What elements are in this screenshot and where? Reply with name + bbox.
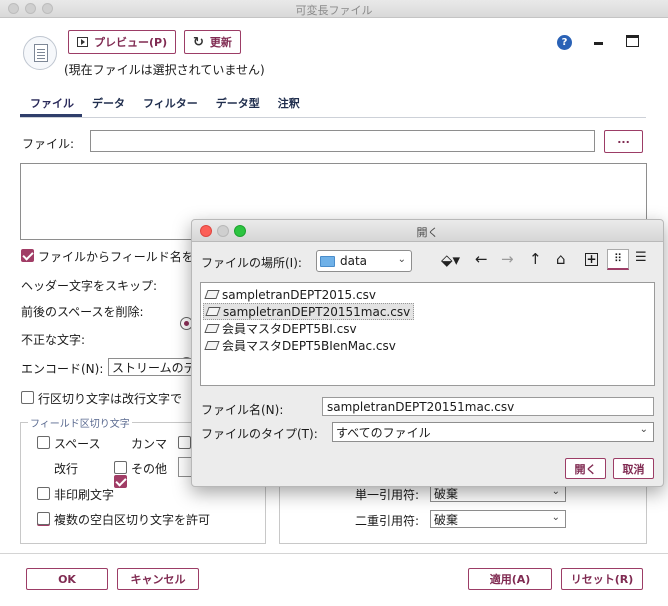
back-icon[interactable]: ← (475, 250, 488, 268)
chevron-down-icon: ⌄ (551, 486, 560, 497)
trim-spaces-label: 前後のスペースを削除: (21, 305, 144, 319)
line-delimiter-checkbox[interactable] (21, 391, 34, 404)
file-item-selected[interactable]: sampletranDEPT20151mac.csv (203, 303, 415, 320)
dialog-cancel-button[interactable]: 取消 (613, 458, 654, 479)
open-file-dialog: 開く ファイルの場所(I): data ⌄ ⬙▾ ← → ↑ ⌂ + ⠿ ☰ s… (191, 219, 664, 487)
file-icon (204, 290, 220, 299)
new-folder-icon[interactable]: + (585, 253, 598, 266)
filetype-select[interactable]: すべてのファイル ⌄ (332, 422, 654, 442)
multi-blank-label: 複数の空白区切り文字を許可 (54, 513, 211, 527)
tab-divider (20, 117, 646, 118)
dialog-titlebar: 開く (192, 220, 663, 242)
tab-filter[interactable]: フィルター (143, 95, 198, 111)
file-list[interactable]: sampletranDEPT2015.csv sampletranDEPT201… (200, 282, 655, 386)
file-icon (205, 307, 221, 316)
nonprinting-label: 非印刷文字 (54, 488, 115, 502)
reset-button[interactable]: リセット(R) (561, 568, 643, 590)
file-icon (204, 324, 220, 333)
tab-delimiter-checkbox[interactable] (178, 436, 191, 449)
comma-checkbox[interactable] (114, 475, 127, 488)
file-name: 会員マスタDEPT5BIenMac.csv (222, 339, 396, 353)
window-title: 可変長ファイル (295, 4, 373, 17)
tab-bar: ファイル データ フィルター データ型 注釈 (30, 95, 318, 111)
details-view-icon[interactable]: ☰ (635, 250, 647, 265)
folder-icon (320, 255, 335, 267)
file-name: 会員マスタDEPT5BI.csv (222, 322, 357, 336)
maximize-icon[interactable] (626, 35, 639, 47)
refresh-icon: ↻ (193, 34, 204, 50)
file-label: ファイル: (22, 137, 75, 151)
browse-button[interactable]: ... (604, 130, 643, 153)
encoding-value: ストリームのデ (112, 360, 196, 375)
tab-data[interactable]: データ (92, 95, 125, 111)
tab-file[interactable]: ファイル (30, 95, 74, 111)
double-quote-value: 破棄 (434, 512, 459, 527)
encoding-select[interactable]: ストリームのデ (108, 358, 198, 376)
file-path-input[interactable] (90, 130, 595, 152)
space-checkbox[interactable] (37, 436, 50, 449)
other-checkbox[interactable] (114, 461, 127, 474)
read-field-names-checkbox[interactable] (21, 249, 34, 262)
read-field-names-label: ファイルからフィールド名を (38, 250, 194, 264)
line-delimiter-label: 行区切り文字は改行文字で (38, 392, 183, 406)
ok-button[interactable]: OK (26, 568, 108, 590)
single-quote-value: 破棄 (434, 486, 459, 501)
location-select[interactable]: data ⌄ (316, 250, 412, 272)
minimize-icon[interactable] (594, 42, 603, 45)
location-label: ファイルの場所(I): (201, 256, 302, 270)
dialog-title: 開く (416, 226, 439, 239)
tab-types[interactable]: データ型 (216, 95, 260, 111)
field-delimiters-title: フィールド区切り文字 (28, 415, 132, 430)
file-icon (204, 341, 220, 350)
refresh-button-label: 更新 (209, 36, 232, 49)
filetype-label: ファイルのタイプ(T): (201, 427, 318, 441)
header-skip-label: ヘッダー文字をスキップ: (21, 279, 158, 293)
comma-label: カンマ (131, 437, 168, 451)
invalid-chars-label: 不正な文字: (21, 333, 86, 347)
newline-label: 改行 (54, 462, 79, 476)
multi-blank-checkbox[interactable] (37, 512, 50, 525)
preview-button[interactable]: プレビュー(P) (68, 30, 177, 54)
footer-divider (0, 553, 668, 554)
filename-label: ファイル名(N): (201, 403, 284, 417)
var-file-node-icon (23, 36, 57, 70)
other-delimiter-input[interactable] (178, 457, 192, 477)
window-titlebar: 可変長ファイル (0, 0, 668, 18)
filetype-value: すべてのファイル (336, 425, 431, 440)
encoding-label: エンコード(N): (21, 362, 104, 376)
list-view-icon[interactable]: ⠿ (607, 249, 629, 270)
chevron-down-icon: ⌄ (639, 424, 648, 435)
file-item[interactable]: 会員マスタDEPT5BIenMac.csv (203, 337, 399, 354)
chevron-down-icon: ⌄ (397, 254, 406, 265)
double-quote-label: 二重引用符: (355, 514, 420, 528)
other-label: その他 (131, 462, 168, 476)
apply-button[interactable]: 適用(A) (468, 568, 552, 590)
chevron-down-icon: ⌄ (551, 512, 560, 523)
file-item[interactable]: sampletranDEPT2015.csv (203, 286, 379, 303)
nonprinting-checkbox[interactable] (37, 487, 50, 500)
space-label: スペース (54, 437, 101, 451)
single-quote-label: 単一引用符: (355, 488, 420, 502)
open-button[interactable]: 開く (565, 458, 606, 479)
filename-input[interactable]: sampletranDEPT20151mac.csv (322, 397, 654, 416)
help-icon[interactable]: ? (557, 35, 572, 50)
file-name: sampletranDEPT2015.csv (222, 287, 376, 302)
preview-icon (77, 37, 88, 47)
favorites-icon[interactable]: ⬙▾ (441, 251, 460, 269)
tab-annotations[interactable]: 注釈 (278, 95, 300, 111)
file-name: sampletranDEPT20151mac.csv (223, 304, 411, 319)
home-icon[interactable]: ⌂ (556, 250, 566, 268)
preview-button-label: プレビュー(P) (94, 36, 168, 49)
file-status-text: (現在ファイルは選択されていません) (64, 63, 265, 77)
forward-icon[interactable]: → (501, 250, 514, 268)
location-value: data (340, 254, 368, 268)
refresh-button[interactable]: ↻ 更新 (184, 30, 241, 54)
file-item[interactable]: 会員マスタDEPT5BI.csv (203, 320, 360, 337)
double-quote-select[interactable]: 破棄 ⌄ (430, 510, 566, 528)
cancel-button[interactable]: キャンセル (117, 568, 199, 590)
up-folder-icon[interactable]: ↑ (529, 250, 542, 268)
